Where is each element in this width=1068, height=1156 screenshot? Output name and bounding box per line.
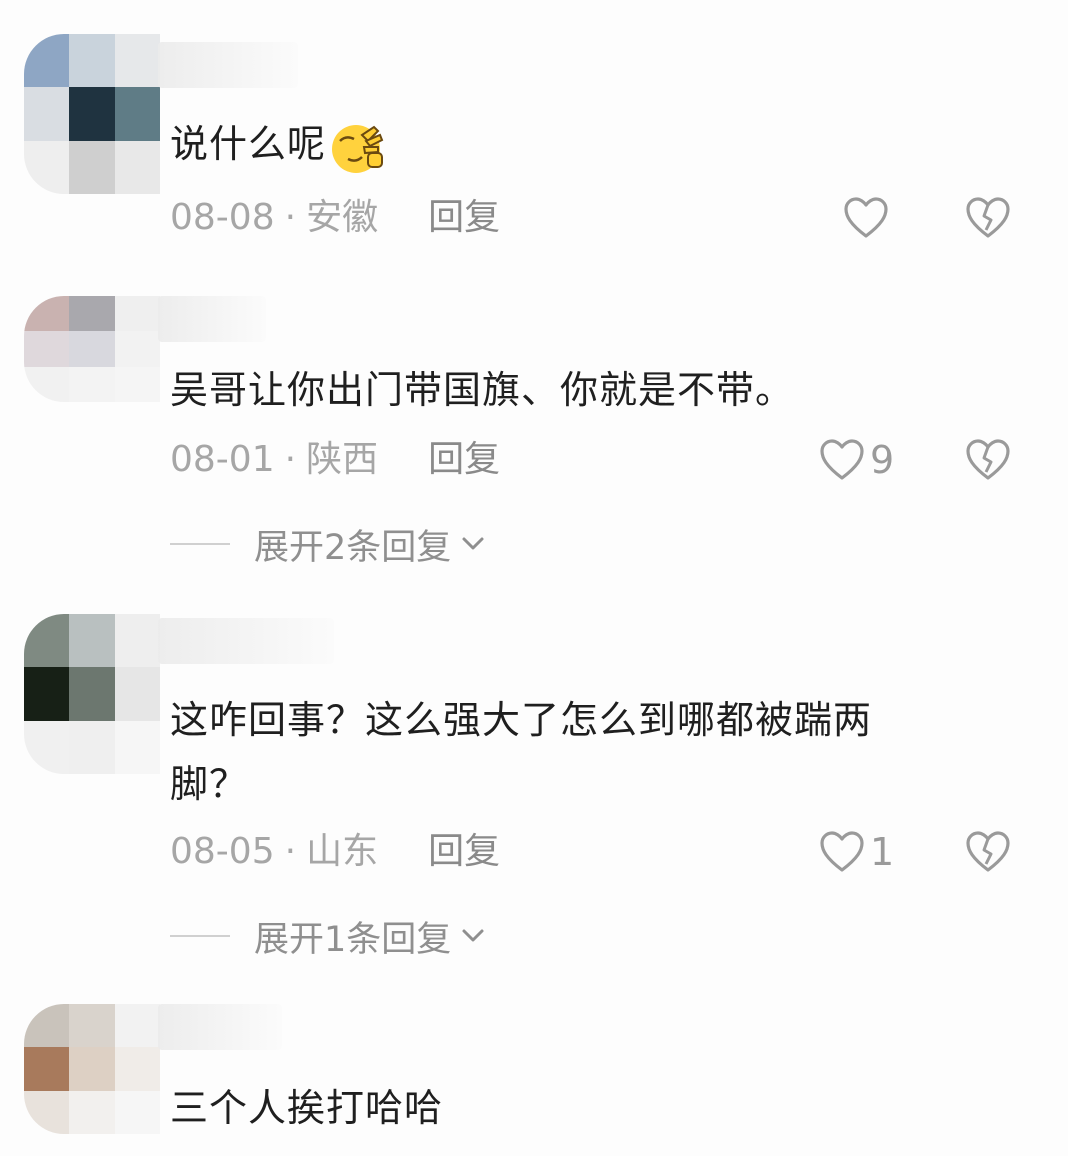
meta-separator: ·	[284, 439, 297, 480]
comment-location: 山东	[306, 831, 379, 872]
comment-meta: 08-08 · 安徽 回复	[170, 192, 500, 244]
broken-heart-icon	[966, 831, 1010, 872]
avatar[interactable]	[24, 34, 160, 194]
meta-separator: ·	[284, 197, 297, 238]
heart-outline-icon	[820, 831, 864, 872]
like-button[interactable]: 9	[818, 434, 894, 486]
comment-date: 08-05	[170, 831, 275, 872]
comment-text-line: 这咋回事？这么强大了怎么到哪都被踹两	[170, 698, 873, 742]
avatar[interactable]	[24, 1004, 160, 1134]
username-blurred[interactable]	[158, 618, 334, 664]
divider-line	[170, 935, 230, 937]
comment-location: 安徽	[306, 197, 379, 238]
facepalm-emoji-icon	[332, 124, 384, 173]
reply-button[interactable]: 回复	[428, 192, 500, 244]
chevron-down-icon	[462, 537, 484, 550]
heart-outline-icon	[820, 439, 864, 480]
broken-heart-icon	[966, 439, 1010, 480]
dislike-button[interactable]	[962, 826, 1014, 878]
broken-heart-icon	[966, 197, 1010, 238]
comment-meta: 08-01 · 陕西 回复	[170, 434, 500, 486]
reply-button[interactable]: 回复	[428, 434, 500, 486]
divider-line	[170, 543, 230, 545]
comment-text: 这咋回事？这么强大了怎么到哪都被踹两 脚？	[170, 688, 998, 816]
expand-replies-button[interactable]: 展开1条回复	[170, 910, 487, 962]
heart-outline-icon	[844, 197, 888, 238]
dislike-button[interactable]	[962, 192, 1014, 244]
like-count: 1	[870, 830, 895, 874]
comment-location: 陕西	[306, 439, 379, 480]
dislike-button[interactable]	[962, 434, 1014, 486]
expand-replies-label: 展开2条回复	[254, 527, 452, 568]
expand-replies-button[interactable]: 展开2条回复	[170, 518, 487, 570]
like-count: 9	[870, 438, 895, 482]
comment-text-content: 说什么呢	[170, 122, 327, 166]
username-blurred[interactable]	[158, 296, 266, 342]
comment-meta: 08-05 · 山东 回复	[170, 826, 500, 878]
meta-separator: ·	[284, 831, 297, 872]
avatar[interactable]	[24, 614, 160, 774]
username-blurred[interactable]	[158, 42, 298, 88]
username-blurred[interactable]	[158, 1004, 282, 1050]
chevron-down-icon	[462, 929, 484, 942]
comment-text: 说什么呢	[170, 112, 998, 176]
comment-text: 吴哥让你出门带国旗、你就是不带。	[170, 368, 795, 412]
reply-button[interactable]: 回复	[428, 826, 500, 878]
comment-date: 08-08	[170, 197, 275, 238]
like-button[interactable]	[842, 192, 894, 244]
comment-date: 08-01	[170, 439, 275, 480]
like-button[interactable]: 1	[818, 826, 894, 878]
comment-text: 三个人挨打哈哈	[170, 1086, 444, 1130]
comment-text-line: 脚？	[170, 762, 249, 806]
expand-replies-label: 展开1条回复	[254, 919, 452, 960]
avatar[interactable]	[24, 296, 160, 402]
